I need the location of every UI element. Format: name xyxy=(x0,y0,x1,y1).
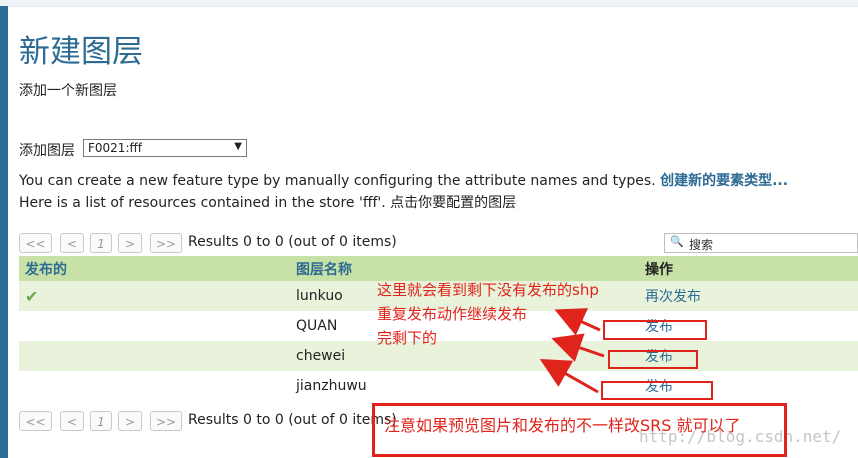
arrow-icon xyxy=(551,333,605,362)
arrow-icon xyxy=(554,308,601,336)
annotation-arrows xyxy=(539,308,605,394)
bottom-note: 注意如果预览图片和发布的不一样改SRS 就可以了 xyxy=(384,416,741,435)
arrow-icon xyxy=(539,359,599,394)
